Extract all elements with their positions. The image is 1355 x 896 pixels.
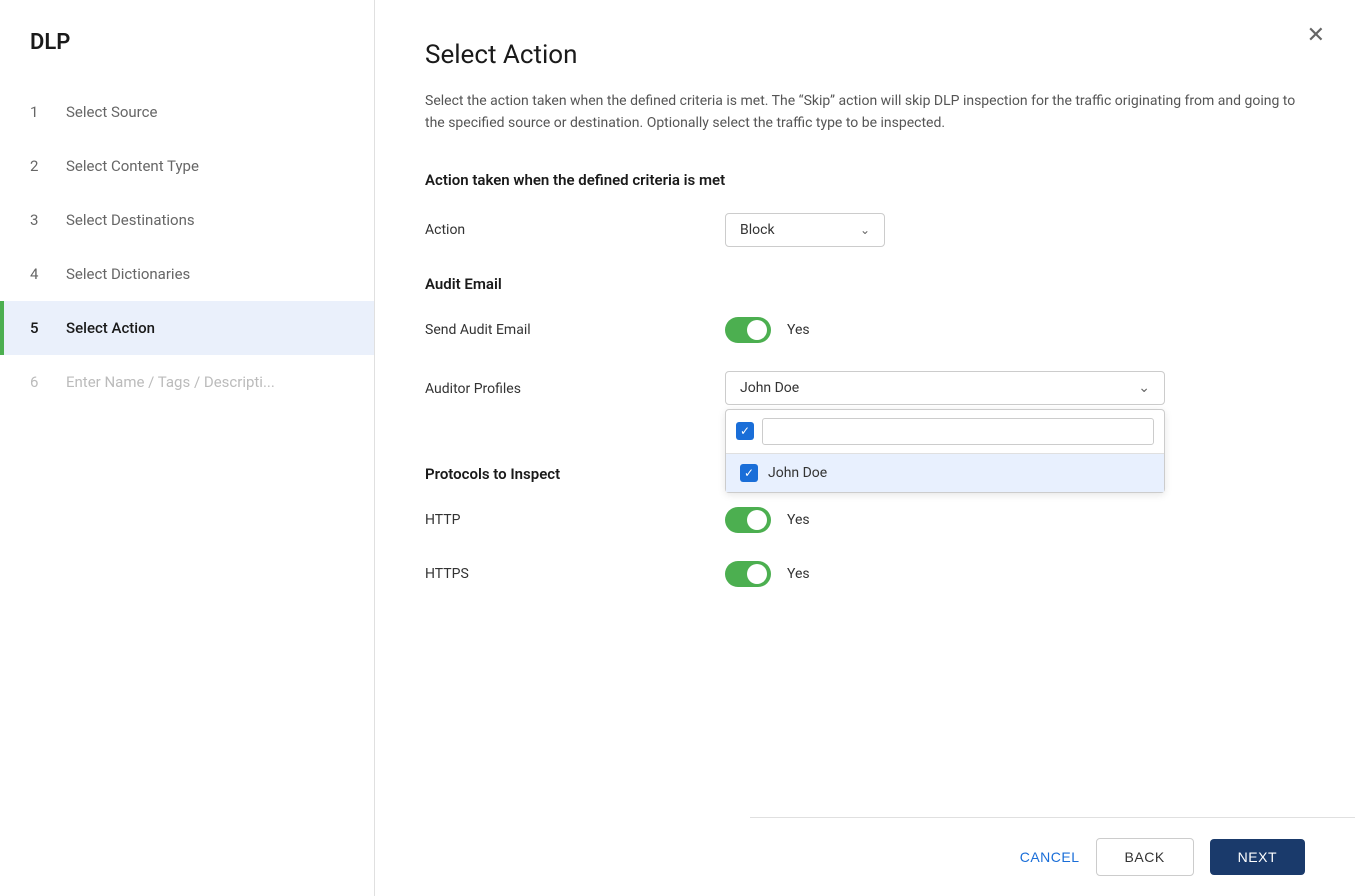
sidebar-item-content-type[interactable]: 2 Select Content Type	[0, 139, 374, 193]
cancel-button[interactable]: CANCEL	[1020, 849, 1080, 865]
sidebar-item-label-source: Select Source	[66, 103, 157, 121]
action-section-title: Action taken when the defined criteria i…	[425, 171, 1305, 189]
auditor-dropdown-value: John Doe	[740, 380, 799, 396]
sidebar-item-name[interactable]: 6 Enter Name / Tags / Descripti...	[0, 355, 374, 409]
send-audit-email-label: Send Audit Email	[425, 322, 725, 338]
sidebar-item-label-action: Select Action	[66, 319, 155, 337]
sidebar-item-label-dictionaries: Select Dictionaries	[66, 265, 190, 283]
option-checkbox-icon: ✓	[740, 464, 758, 482]
page-description: Select the action taken when the defined…	[425, 90, 1305, 135]
sidebar-item-action[interactable]: 5 Select Action	[0, 301, 374, 355]
auditor-profiles-row: Auditor Profiles John Doe ⌄ ✓	[425, 371, 1305, 405]
search-checkbox-icon[interactable]: ✓	[736, 422, 754, 440]
audit-email-section-title: Audit Email	[425, 275, 1305, 293]
step-num-3: 3	[30, 211, 50, 229]
auditor-profiles-control: John Doe ⌄ ✓	[725, 371, 1185, 405]
sidebar-item-dictionaries[interactable]: 4 Select Dictionaries	[0, 247, 374, 301]
action-dropdown[interactable]: Block ⌄	[725, 213, 885, 247]
https-label: HTTPS	[425, 566, 725, 582]
https-toggle-slider	[725, 561, 771, 587]
page-title: Select Action	[425, 40, 1305, 70]
dropdown-option-john-doe[interactable]: ✓ John Doe	[726, 454, 1164, 492]
sidebar-item-label-name: Enter Name / Tags / Descripti...	[66, 373, 275, 391]
step-num-2: 2	[30, 157, 50, 175]
sidebar-item-source[interactable]: 1 Select Source	[0, 85, 374, 139]
send-audit-email-yes: Yes	[787, 322, 810, 338]
back-button[interactable]: BACK	[1096, 838, 1194, 876]
auditor-profiles-dropdown[interactable]: John Doe ⌄	[725, 371, 1165, 405]
auditor-profiles-label: Auditor Profiles	[425, 371, 725, 397]
audit-email-section: Audit Email Send Audit Email Yes Auditor…	[425, 275, 1305, 405]
step-num-6: 6	[30, 373, 50, 391]
close-button[interactable]: ✕	[1307, 24, 1325, 46]
action-row: Action Block ⌄	[425, 213, 1305, 247]
action-control: Block ⌄	[725, 213, 1185, 247]
action-label: Action	[425, 222, 725, 238]
auditor-dropdown-menu: ✓ ✓ John Doe	[725, 409, 1165, 493]
dropdown-option-label: John Doe	[768, 465, 827, 481]
dropdown-search-input[interactable]	[762, 418, 1154, 445]
toggle-slider	[725, 317, 771, 343]
sidebar-item-label-destinations: Select Destinations	[66, 211, 195, 229]
action-section: Action taken when the defined criteria i…	[425, 171, 1305, 247]
http-row: HTTP Yes	[425, 507, 1305, 533]
http-control: Yes	[725, 507, 1185, 533]
step-num-4: 4	[30, 265, 50, 283]
https-control: Yes	[725, 561, 1185, 587]
http-toggle-slider	[725, 507, 771, 533]
action-chevron-icon: ⌄	[860, 223, 870, 237]
step-num-5: 5	[30, 319, 50, 337]
http-yes: Yes	[787, 512, 810, 528]
main-content: ✕ Select Action Select the action taken …	[375, 0, 1355, 896]
sidebar: DLP 1 Select Source 2 Select Content Typ…	[0, 0, 375, 896]
auditor-chevron-icon: ⌄	[1138, 380, 1150, 396]
footer: CANCEL BACK NEXT	[750, 817, 1355, 896]
next-button[interactable]: NEXT	[1210, 839, 1305, 875]
step-num-1: 1	[30, 103, 50, 121]
send-audit-email-row: Send Audit Email Yes	[425, 317, 1305, 343]
auditor-dropdown-container: John Doe ⌄ ✓	[725, 371, 1165, 405]
action-dropdown-value: Block	[740, 222, 775, 238]
sidebar-item-label-content-type: Select Content Type	[66, 157, 199, 175]
http-label: HTTP	[425, 512, 725, 528]
https-toggle[interactable]	[725, 561, 771, 587]
app-title: DLP	[0, 30, 374, 85]
send-audit-email-control: Yes	[725, 317, 1185, 343]
sidebar-item-destinations[interactable]: 3 Select Destinations	[0, 193, 374, 247]
https-row: HTTPS Yes	[425, 561, 1305, 587]
https-yes: Yes	[787, 566, 810, 582]
send-audit-email-toggle[interactable]	[725, 317, 771, 343]
http-toggle[interactable]	[725, 507, 771, 533]
dropdown-search-row: ✓	[726, 410, 1164, 454]
